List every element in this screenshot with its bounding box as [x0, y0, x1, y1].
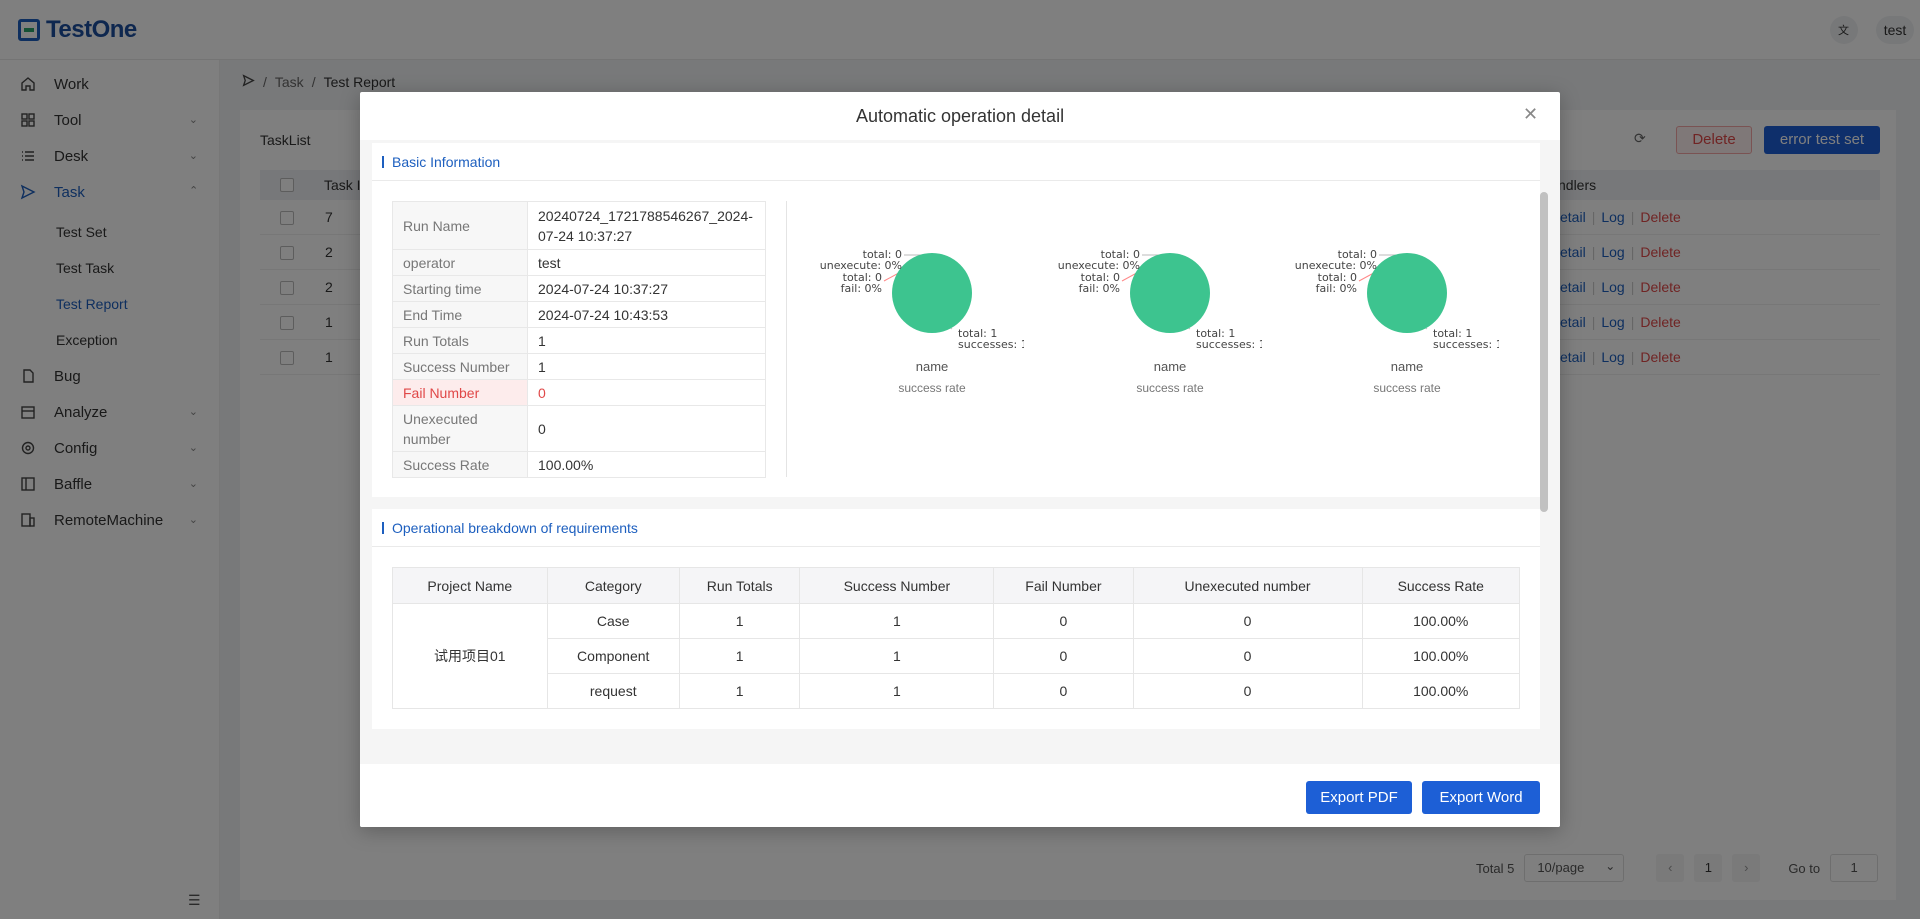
pie-subtitle: success rate [898, 381, 966, 395]
pie-name: name [1153, 359, 1187, 374]
basic-info-table: Run Name 20240724_1721788546267_2024-07-2… [392, 201, 766, 478]
pie-slice-success [1367, 253, 1447, 333]
table-row: request 1 1 0 0 100.00% [393, 673, 1520, 709]
requirements-table: Project Name Category Run Totals Success… [392, 567, 1520, 709]
close-icon[interactable]: ✕ [1523, 104, 1538, 125]
pie-name: name [1390, 359, 1424, 374]
pie-subtitle: success rate [1136, 381, 1204, 395]
svg-text:fail: 0%: fail: 0% [1079, 282, 1120, 295]
table-row: 试用项目01 Case 1 1 0 0 100.00% [392, 603, 1520, 709]
modal-scrollbar[interactable] [1540, 192, 1548, 512]
svg-text:fail: 0%: fail: 0% [1316, 282, 1357, 295]
requirements-section: Operational breakdown of requirements Pr… [372, 509, 1540, 729]
pie-subtitle: success rate [1373, 381, 1441, 395]
pie-slice-success [1130, 253, 1210, 333]
table-row: Component 1 1 0 0 100.00% [393, 638, 1520, 674]
basic-info-section: Basic Information Run Name 20240724_17217… [372, 143, 1540, 497]
pie-name: name [915, 359, 949, 374]
modal-title: Automatic operation detail [855, 106, 1065, 126]
svg-text:successes: 1...: successes: 1... [958, 338, 1024, 351]
section-title: Operational breakdown of requirements [392, 519, 638, 536]
section-title: Basic Information [392, 153, 501, 170]
modal-footer: Export PDF Export Word [360, 764, 1560, 827]
export-pdf-button[interactable]: Export PDF [1306, 781, 1412, 814]
export-word-button[interactable]: Export Word [1422, 781, 1540, 814]
modal-body: Basic Information Run Name 20240724_17217… [360, 140, 1560, 764]
project-name-cell: 试用项目01 [392, 603, 548, 709]
operation-detail-modal: Automatic operation detail ✕ Basic Infor… [360, 92, 1560, 827]
svg-text:successes: 1...: successes: 1... [1433, 338, 1499, 351]
pie-slice-success [892, 253, 972, 333]
svg-text:fail: 0%: fail: 0% [841, 282, 882, 295]
svg-text:successes: 1...: successes: 1... [1196, 338, 1262, 351]
